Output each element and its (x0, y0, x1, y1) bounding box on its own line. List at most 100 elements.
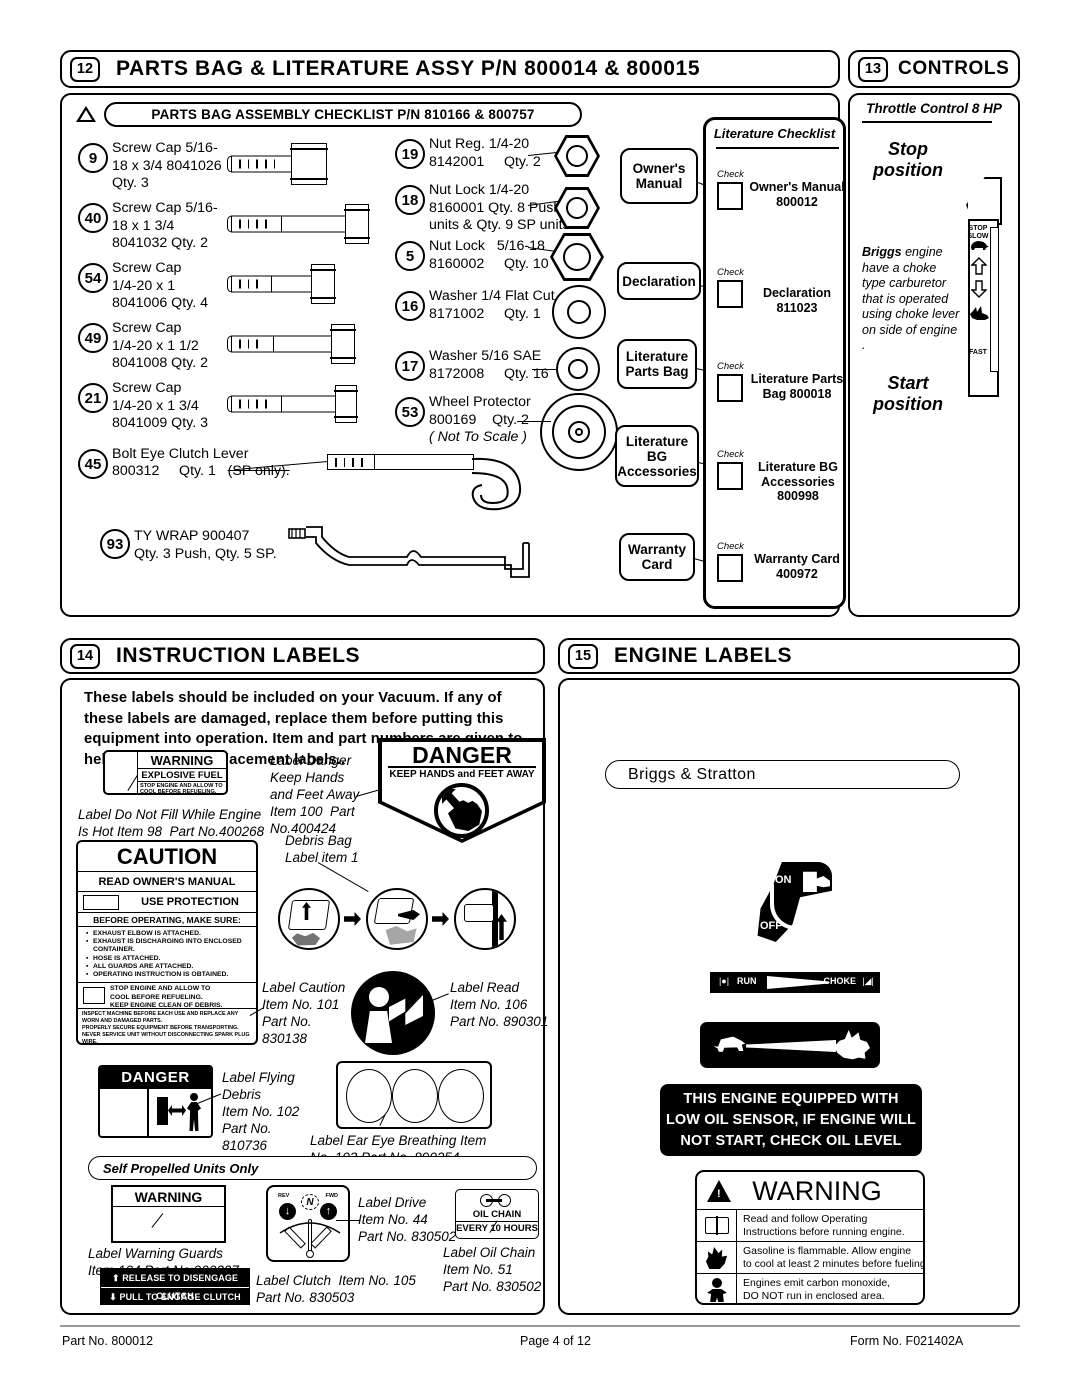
drive-forward-label: FWD (325, 1193, 338, 1199)
warning-title: WARNING (113, 1187, 224, 1207)
note-debris-bag: Debris Bag Label item 1 (285, 833, 359, 865)
note-label-drive: Label Drive Item No. 44 Part No. 830502 (358, 1195, 457, 1244)
throttle-fast-label: FAST (969, 349, 987, 356)
arrow-up-icon (968, 257, 990, 279)
part-description: Screw Cap 5/16- 18 x 1 3/4 8041032 Qty. … (112, 200, 218, 251)
checkbox[interactable] (717, 554, 743, 582)
person-head-glyph (369, 987, 389, 1007)
part-ref-bubble: 5 (395, 241, 425, 271)
caution-stop-engine-row: STOP ENGINE AND ALLOW TO COOL BEFORE REF… (78, 983, 256, 1010)
part-scale-note: ( Not To Scale ) (429, 429, 528, 445)
part-ref-bubble: 9 (78, 143, 108, 173)
part-description: Screw Cap 5/16- 18 x 3/4 8041026 Qty. 3 (112, 140, 222, 191)
warning-header: WARNING (697, 1172, 923, 1210)
warning-triangle-icon (76, 106, 96, 122)
clutch-label: ⬆ RELEASE TO DISENGAGE CLUTCH ⬇ PULL TO … (100, 1268, 250, 1305)
warning-row: Read and follow Operating Instructions b… (697, 1210, 923, 1242)
divider (862, 121, 992, 123)
low-oil-line: NOT START, CHECK OIL LEVEL (680, 1132, 902, 1149)
part-ref-bubble: 54 (78, 263, 108, 293)
warning-row-text: Gasoline is flammable. Allow engine to c… (743, 1245, 923, 1270)
part-description: TY WRAP 900407 Qty. 3 Push, Qty. 5 SP. (134, 528, 277, 562)
speed-taper-glyph (746, 1040, 836, 1052)
controls-note: Briggs engine have a choke type carburet… (862, 245, 962, 354)
checkbox[interactable] (717, 374, 743, 402)
checkbox[interactable] (717, 182, 743, 210)
part-ref-bubble: 93 (100, 529, 130, 559)
clutch-line-pull: ⬇ PULL TO ENGAGE CLUTCH (109, 1292, 241, 1303)
turtle-icon (713, 1036, 746, 1052)
literature-tag: Literature Parts Bag (617, 339, 697, 389)
oil-chain-line2: EVERY 10 HOURS (456, 1221, 538, 1234)
pictogram-box (83, 987, 105, 1005)
fuel-valve-label: ON OFF (756, 862, 832, 942)
drive-neutral-label: N (301, 1194, 319, 1210)
section-header-parts-bag: 12 PARTS BAG & LITERATURE ASSY P/N 80001… (60, 50, 840, 88)
taper-glyph (767, 976, 829, 989)
danger-subtitle: KEEP HANDS and FEET AWAY (389, 769, 535, 780)
literature-tag: Owner's Manual (620, 148, 698, 204)
part-description: Washer 5/16 SAE 8172008 Qty. 16 (429, 348, 549, 382)
book-icon (697, 1210, 737, 1241)
open-book-glyph (389, 995, 423, 1025)
flame-icon (697, 1242, 737, 1273)
danger-keep-hands-label: DANGER KEEP HANDS and FEET AWAY (378, 738, 546, 843)
choke-marker-icon: |◢| (862, 976, 874, 986)
part-ref-bubble: 17 (395, 351, 425, 381)
parts-bag-checklist-banner: PARTS BAG ASSEMBLY CHECKLIST P/N 810166 … (104, 102, 582, 127)
literature-tag: Literature BG Accessories (615, 425, 699, 487)
debris-bag-step-icon (366, 888, 428, 950)
section-header-controls: 13 CONTROLS (848, 50, 1020, 88)
choke-marker-icon: |●| (718, 976, 730, 986)
debris-bag-step-icon (454, 888, 516, 950)
part-description: Bolt Eye Clutch Lever (112, 446, 249, 462)
note-flying-debris: Label Flying Debris Item No. 102 Part No… (222, 1070, 300, 1153)
throttle-slot (990, 227, 999, 372)
throttle-lever-illustration: STOP SLOW FAST (958, 177, 1014, 399)
checkbox[interactable] (717, 462, 743, 490)
section-title-controls: CONTROLS (898, 58, 1010, 79)
rabbit-icon (834, 1030, 870, 1060)
part-description: Nut Reg. 1/4-20 8142001 Qty. 2 (429, 136, 541, 170)
part-description: Nut Lock 5/16-18 8160002 Qty. 10 (429, 238, 549, 272)
checkbox[interactable] (717, 280, 743, 308)
check-label: Check (717, 169, 744, 180)
leader-line (532, 369, 558, 371)
person-icon (187, 1093, 201, 1131)
note-label-clutch: Label Clutch Item No. 105 Part No. 83050… (256, 1273, 416, 1305)
leader-line (517, 421, 551, 423)
section-number-15: 15 (568, 643, 598, 669)
warning-row: Gasoline is flammable. Allow engine to c… (697, 1242, 923, 1274)
stop-position-label: Stop position (873, 139, 943, 180)
clutch-line-release: ⬆ RELEASE TO DISENGAGE CLUTCH (111, 1273, 239, 1301)
part-description: Screw Cap 1/4-20 x 1 8041006 Qty. 4 (112, 260, 208, 311)
danger-flying-debris-label: DANGER (98, 1065, 213, 1138)
warning-explosive-fuel-label: WARNING EXPLOSIVE FUEL STOP ENGINE AND A… (103, 750, 228, 795)
warning-triangle-icon (707, 1180, 731, 1202)
section-number-12: 12 (70, 56, 100, 82)
gears-icon (456, 1190, 538, 1208)
warning-row-text: Engines emit carbon monoxide, DO NOT run… (743, 1277, 891, 1302)
part-description: Washer 1/4 Flat Cut 8171002 Qty. 1 (429, 288, 555, 322)
bolt-illustration (227, 204, 377, 244)
pivot-glyph (306, 1250, 314, 1258)
ear-eye-breathing-label (336, 1061, 492, 1129)
bolt-illustration (227, 143, 349, 185)
hand-warning-icon (434, 783, 489, 838)
self-propelled-banner: Self Propelled Units Only (88, 1156, 537, 1180)
literature-item-name: Owner's Manual 800012 (749, 180, 845, 209)
part-ref-bubble: 16 (395, 291, 425, 321)
note-oil-chain: Label Oil Chain Item No. 51 Part No. 830… (443, 1245, 542, 1294)
part-ref-bubble: 49 (78, 323, 108, 353)
rabbit-icon (968, 305, 990, 325)
note-label-read: Label Read Item No. 106 Part No. 890301 (450, 980, 549, 1029)
read-manual-icon (351, 971, 435, 1055)
note-do-not-fill: Label Do Not Fill While Engine Is Hot It… (78, 807, 265, 839)
label-blank-area (105, 752, 138, 793)
person-body-glyph (365, 1011, 392, 1043)
part-description: Wheel Protector 800169 Qty. 2 (429, 394, 531, 428)
choke-label: CHOKE (823, 976, 856, 986)
debris-bag-step-icon (278, 888, 340, 950)
danger-title: DANGER (100, 1067, 211, 1089)
footer-page: Page 4 of 12 (520, 1334, 591, 1348)
